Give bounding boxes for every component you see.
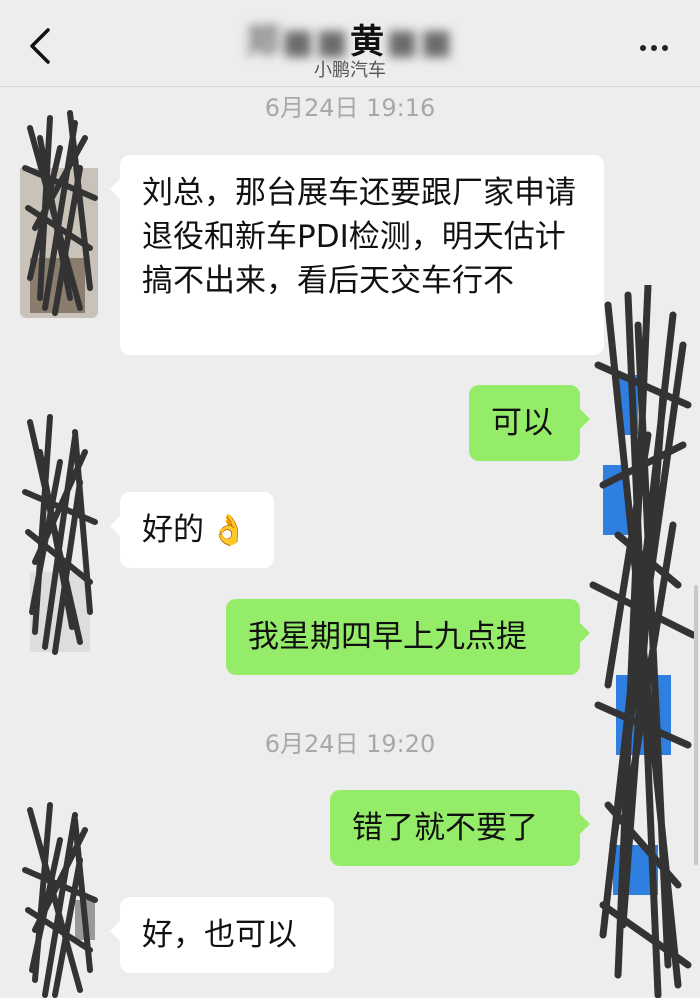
scribble-redaction [20,110,98,318]
more-options-button[interactable] [634,38,674,58]
more-dot [640,45,646,51]
message-bubble-incoming[interactable]: 刘总，那台展车还要跟厂家申请退役和新车PDI检测，明天估计搞不出来，看后天交车行… [110,155,604,355]
scrollbar[interactable] [694,585,698,865]
more-dot [662,45,668,51]
contact-avatar[interactable] [20,412,98,657]
scribble-redaction [589,285,697,998]
ok-hand-emoji: 👌 [210,513,248,548]
message-text: 我星期四早上九点提 [248,619,527,655]
timestamp: 6月24日 19:16 [264,94,436,122]
message-bubble-incoming[interactable]: 好的 👌 [110,492,274,568]
message-text: 可以 [491,405,553,441]
message-text: 好，也可以 [142,917,297,953]
message-bubble-outgoing[interactable]: 错了就不要了 [330,790,590,866]
message-bubble-incoming[interactable]: 好，也可以 [110,897,334,973]
message-bubble-outgoing[interactable]: 我星期四早上九点提 [226,599,590,675]
contact-avatar[interactable] [20,800,98,998]
chat-subtitle: 小鹏汽车 [314,60,386,81]
message-text: 错了就不要了 [352,810,538,846]
more-dot [651,45,657,51]
chat-header: 郑■■黄■■ 小鹏汽车 [0,0,700,87]
scribble-redaction [22,802,98,998]
contact-avatar[interactable] [20,108,98,318]
message-bubble-outgoing[interactable]: 可以 [469,385,590,461]
scribble-redaction [22,414,98,655]
timestamp: 6月24日 19:20 [264,730,436,758]
message-text: 刘总，那台展车还要跟厂家申请退役和新车PDI检测，明天估计搞不出来，看后天交车行… [142,175,576,299]
message-text: 好的 [142,512,204,548]
